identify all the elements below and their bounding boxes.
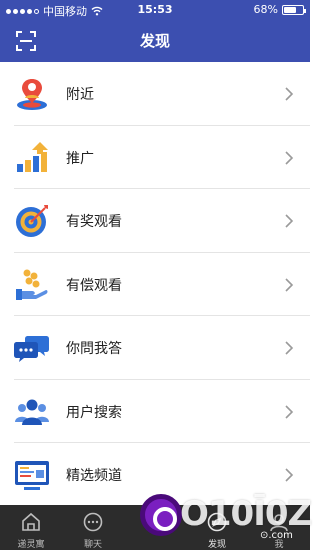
- status-bar: 中国移动 15:53 68%: [0, 0, 310, 20]
- menu-item-qa[interactable]: 你問我答: [14, 316, 310, 380]
- battery-icon: [282, 4, 306, 15]
- chevron-right-icon: [285, 341, 294, 355]
- coins-hand-icon: [16, 269, 48, 300]
- chat-icon: [83, 512, 103, 532]
- users-icon: [15, 399, 49, 425]
- menu-item-label: 附近: [66, 87, 94, 103]
- page-title: 发现: [139, 32, 170, 50]
- target-icon: [16, 205, 48, 237]
- chat-bubbles-icon: [14, 336, 49, 362]
- location-person-icon: [17, 79, 47, 110]
- battery-percentage: 68%: [253, 3, 278, 16]
- chevron-right-icon: [285, 468, 294, 482]
- menu-item-label: 精选频道: [66, 468, 122, 484]
- menu-item-label: 有偿观看: [66, 277, 122, 294]
- watermark-circle-icon: [140, 494, 182, 536]
- tab-chat[interactable]: 聊天: [62, 505, 124, 550]
- menu-item-label: 你問我答: [66, 341, 122, 357]
- app-header: 中国移动 15:53 68% 发现: [0, 0, 310, 62]
- growth-arrow-icon: [17, 141, 48, 172]
- menu-item-promote[interactable]: 推广: [14, 126, 310, 189]
- menu-item-label: 有奖观看: [66, 214, 122, 230]
- chevron-right-icon: [285, 87, 294, 101]
- watermark-text: O10Ī0Z: [180, 494, 312, 534]
- nav-bar: 发现: [0, 20, 310, 62]
- chevron-right-icon: [285, 404, 294, 419]
- watermark-logo: O10Ī0Z ⊙.com: [140, 492, 312, 550]
- menu-item-user-search[interactable]: 用户搜索: [14, 380, 310, 443]
- menu-item-paid-watch[interactable]: 有偿观看: [14, 253, 310, 316]
- tab-label: 递灵寓: [17, 540, 45, 550]
- menu-item-nearby[interactable]: 附近: [14, 62, 310, 126]
- chevron-right-icon: [285, 277, 294, 292]
- menu-item-reward-watch[interactable]: 有奖观看: [14, 189, 310, 253]
- tab-label: 聊天: [83, 540, 102, 550]
- home-icon: [22, 512, 40, 531]
- chevron-right-icon: [285, 150, 294, 165]
- menu-item-label: 用户搜索: [66, 404, 122, 421]
- chevron-right-icon: [285, 214, 294, 228]
- discover-menu: 附近 推广 有奖观看 有偿观看 你問我答 用户搜索 精选频道: [0, 62, 310, 507]
- menu-item-label: 推广: [66, 150, 94, 167]
- tab-home[interactable]: 递灵寓: [0, 505, 62, 550]
- channel-screen-icon: [15, 461, 49, 490]
- watermark-domain: ⊙.com: [260, 530, 293, 541]
